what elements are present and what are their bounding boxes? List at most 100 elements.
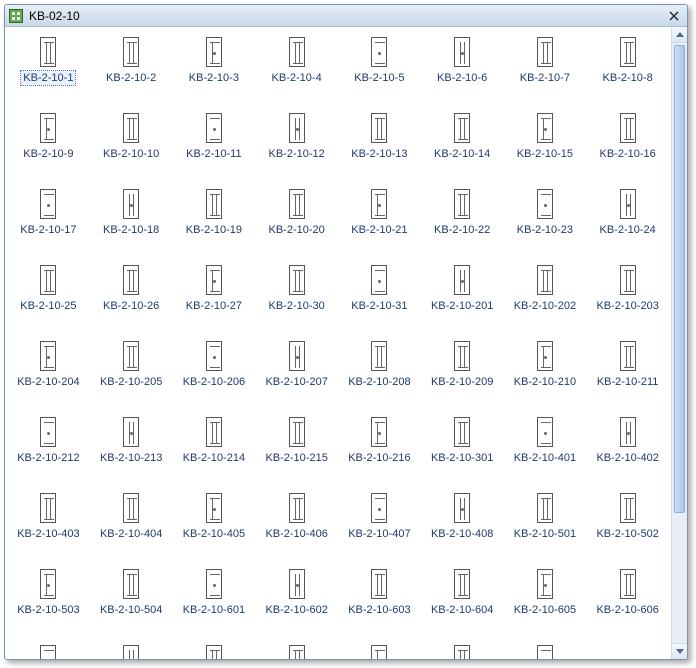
block-thumbnail-icon — [620, 341, 636, 371]
palette-item[interactable]: KB-2-10-301 — [421, 417, 504, 481]
palette-item[interactable]: KB-2-10-211 — [586, 341, 669, 405]
block-thumbnail-icon — [454, 569, 470, 599]
palette-item[interactable]: KB-2-10-1 — [7, 37, 90, 101]
close-button[interactable] — [665, 8, 683, 24]
palette-item-label: KB-2-10-2 — [103, 70, 159, 86]
palette-item[interactable]: KB-2-10-502 — [586, 493, 669, 557]
palette-item[interactable]: KB-2-10-215 — [255, 417, 338, 481]
palette-item[interactable]: KB-2-10-903 — [255, 645, 338, 659]
block-thumbnail-icon — [371, 493, 387, 523]
palette-item[interactable]: KB-2-10-607 — [7, 645, 90, 659]
palette-item[interactable]: KB-2-10-216 — [338, 417, 421, 481]
block-thumbnail-icon — [371, 189, 387, 219]
palette-item-label: KB-2-10-207 — [262, 374, 330, 390]
palette-item[interactable]: KB-2-10-13 — [338, 113, 421, 177]
palette-item[interactable]: KB-2-10-901 — [90, 645, 173, 659]
palette-item[interactable]: KB-2-10-501 — [504, 493, 587, 557]
palette-item[interactable]: KB-2-10-18 — [90, 189, 173, 253]
palette-item[interactable]: KB-2-10-214 — [173, 417, 256, 481]
palette-item[interactable]: KB-2-10-26 — [90, 265, 173, 329]
palette-item[interactable]: KB-2-10-210 — [504, 341, 587, 405]
palette-item[interactable]: KB-2-10-205 — [90, 341, 173, 405]
palette-item[interactable]: KB-2-10-606 — [586, 569, 669, 633]
block-thumbnail-icon — [206, 265, 222, 295]
palette-item[interactable]: KB-2-10-204 — [7, 341, 90, 405]
palette-item[interactable]: KB-2-10-902 — [173, 645, 256, 659]
palette-item[interactable]: KB-2-10-504 — [90, 569, 173, 633]
palette-item[interactable]: KB-2-10-208 — [338, 341, 421, 405]
block-thumbnail-icon — [289, 341, 305, 371]
palette-item[interactable]: KB-2-10-8 — [586, 37, 669, 101]
palette-item[interactable]: KB-2-10-16 — [586, 113, 669, 177]
palette-item[interactable]: KB-2-10-202 — [504, 265, 587, 329]
palette-item[interactable]: KB-2-10-407 — [338, 493, 421, 557]
palette-item-label: KB-2-10-211 — [594, 374, 662, 390]
palette-item[interactable]: KB-2-10-601 — [173, 569, 256, 633]
palette-item-label: KB-2-10-403 — [14, 526, 82, 542]
palette-item[interactable]: KB-2-10-605 — [504, 569, 587, 633]
palette-item-label: KB-2-10-216 — [345, 450, 413, 466]
palette-item[interactable]: KB-2-10-23 — [504, 189, 587, 253]
palette-item[interactable]: KB-2-10-905 — [421, 645, 504, 659]
palette-item-label: KB-2-10-203 — [593, 298, 661, 314]
scroll-track[interactable] — [672, 43, 687, 643]
scroll-thumb[interactable] — [674, 45, 685, 513]
palette-item-label: KB-2-10-301 — [428, 450, 496, 466]
palette-item[interactable]: KB-2-10-30 — [255, 265, 338, 329]
block-thumbnail-icon — [371, 645, 387, 659]
palette-item[interactable]: KB-2-10-25 — [7, 265, 90, 329]
palette-item[interactable]: KB-2-10-209 — [421, 341, 504, 405]
scroll-up-button[interactable] — [672, 27, 687, 43]
palette-item-label: KB-2-10-10 — [100, 146, 162, 162]
palette-item-label: KB-2-10-8 — [600, 70, 656, 86]
palette-item[interactable]: KB-2-10-20 — [255, 189, 338, 253]
palette-item-label: KB-2-10-21 — [348, 222, 410, 238]
titlebar[interactable]: KB-02-10 — [5, 5, 687, 27]
palette-item[interactable]: KB-2-10-408 — [421, 493, 504, 557]
palette-item[interactable]: KB-2-10-17 — [7, 189, 90, 253]
palette-item[interactable]: KB-2-10-604 — [421, 569, 504, 633]
palette-item[interactable]: KB-2-10-14 — [421, 113, 504, 177]
palette-item[interactable]: KB-2-10-402 — [586, 417, 669, 481]
palette-item[interactable]: KB-2-10-11 — [173, 113, 256, 177]
palette-item[interactable]: KB-2-10-904 — [338, 645, 421, 659]
palette-item[interactable]: KB-2-10-15 — [504, 113, 587, 177]
palette-item[interactable]: KB-2-10-206 — [173, 341, 256, 405]
palette-item[interactable]: KB-2-10-22 — [421, 189, 504, 253]
block-thumbnail-icon — [537, 113, 553, 143]
scroll-down-button[interactable] — [672, 643, 687, 659]
palette-item[interactable]: KB-2-10-203 — [586, 265, 669, 329]
palette-item[interactable]: KB-2-10-603 — [338, 569, 421, 633]
palette-item[interactable]: KB-2-10-19 — [173, 189, 256, 253]
palette-item[interactable]: KB-2-10-403 — [7, 493, 90, 557]
palette-item[interactable]: KB-2-10-503 — [7, 569, 90, 633]
palette-item[interactable]: KB-2-10-404 — [90, 493, 173, 557]
palette-item[interactable]: KB-2-10-7 — [504, 37, 587, 101]
palette-item[interactable]: KB-2-10-602 — [255, 569, 338, 633]
palette-item[interactable]: KB-2-10-405 — [173, 493, 256, 557]
palette-item[interactable]: KB-2-10-27 — [173, 265, 256, 329]
palette-item[interactable]: KB-2-10-21 — [338, 189, 421, 253]
palette-item[interactable]: KB-2-10-207 — [255, 341, 338, 405]
palette-item[interactable]: KB-2-10-6 — [421, 37, 504, 101]
palette-item[interactable]: KB-2-10-201 — [421, 265, 504, 329]
palette-item[interactable]: KB-2-10-4 — [255, 37, 338, 101]
palette-item[interactable]: KB-2-10-10 — [90, 113, 173, 177]
palette-item[interactable]: KB-2-10-213 — [90, 417, 173, 481]
palette-item[interactable]: KB-2-10-24 — [586, 189, 669, 253]
palette-item[interactable]: KB-2-10-9 — [7, 113, 90, 177]
palette-item[interactable]: KB-2-10-31 — [338, 265, 421, 329]
palette-item-label: KB-2-10-212 — [14, 450, 82, 466]
palette-item[interactable]: KB-2-10-906 — [504, 645, 587, 659]
vertical-scrollbar[interactable] — [671, 27, 687, 659]
palette-item[interactable]: KB-2-10-5 — [338, 37, 421, 101]
palette-item[interactable]: KB-2-10-2 — [90, 37, 173, 101]
palette-item[interactable]: KB-2-10-12 — [255, 113, 338, 177]
palette-item[interactable]: KB-2-10-3 — [173, 37, 256, 101]
palette-item-label: KB-2-10-209 — [428, 374, 496, 390]
block-thumbnail-icon — [206, 189, 222, 219]
palette-item[interactable]: KB-2-10-212 — [7, 417, 90, 481]
palette-item[interactable]: KB-2-10-406 — [255, 493, 338, 557]
block-thumbnail-icon — [454, 493, 470, 523]
palette-item[interactable]: KB-2-10-401 — [504, 417, 587, 481]
